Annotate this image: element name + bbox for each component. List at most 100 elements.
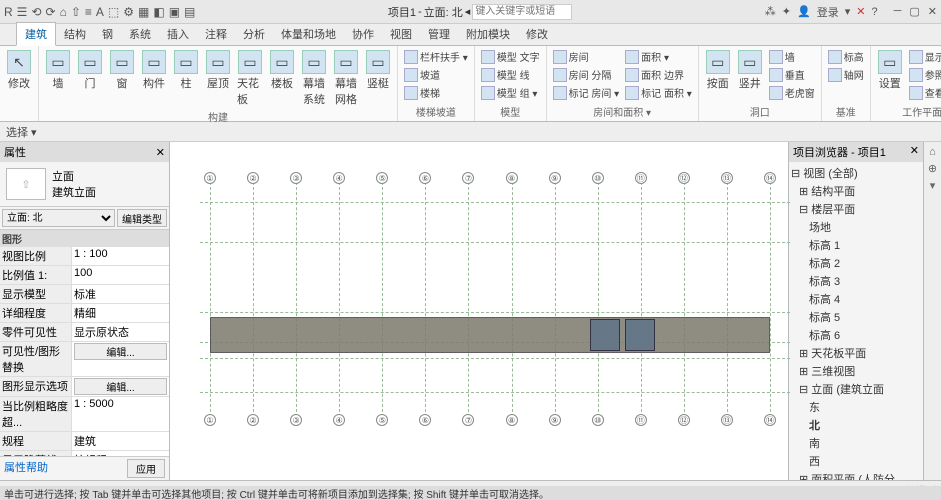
grid-bubble[interactable]: ②	[247, 172, 259, 184]
ribbon-small-btn[interactable]: 模型 组 ▾	[479, 84, 542, 101]
x-icon[interactable]: ✕	[856, 5, 865, 18]
prop-row[interactable]: 显示模型标准	[0, 285, 169, 304]
tree-node[interactable]: ⊞ 面积平面 (人防分	[791, 470, 921, 480]
tree-node[interactable]: ⊟ 视图 (全部)	[791, 164, 921, 182]
ribbon-small-btn[interactable]: 标记 面积 ▾	[623, 84, 694, 101]
ribbon-btn[interactable]: ▭按面	[703, 48, 733, 93]
qat-icon[interactable]: A	[96, 5, 104, 19]
qat-icon[interactable]: ⬚	[108, 5, 119, 19]
tab-系统[interactable]: 系统	[121, 23, 159, 45]
grid-bubble[interactable]: ④	[333, 414, 345, 426]
grid-bubble[interactable]: ⑩	[592, 172, 604, 184]
tab-附加模块[interactable]: 附加模块	[458, 23, 518, 45]
close-icon[interactable]: ✕	[928, 5, 937, 18]
ribbon-small-btn[interactable]: 标高	[826, 48, 866, 65]
building-elevation[interactable]	[210, 317, 770, 353]
ribbon-btn[interactable]: ▭天花板	[235, 48, 265, 109]
tab-注释[interactable]: 注释	[197, 23, 235, 45]
min-icon[interactable]: ─	[894, 5, 902, 18]
tab-结构[interactable]: 结构	[56, 23, 94, 45]
prop-row[interactable]: 详细程度精细	[0, 304, 169, 323]
grid-bubble[interactable]: ⑬	[721, 414, 733, 426]
type-thumb[interactable]: ⇧	[6, 168, 46, 200]
grid-bubble[interactable]: ②	[247, 414, 259, 426]
tree-node[interactable]: ⊟ 立面 (建筑立面	[791, 380, 921, 398]
ribbon-btn[interactable]: ▭幕墙网格	[331, 48, 361, 109]
edit-button[interactable]: 编辑...	[74, 343, 167, 360]
grid-bubble[interactable]: ⑪	[635, 172, 647, 184]
grid-bubble[interactable]: ⑨	[549, 414, 561, 426]
tab-钢[interactable]: 钢	[94, 23, 121, 45]
prop-row[interactable]: 比例值 1:100	[0, 266, 169, 285]
person-icon[interactable]: 👤	[797, 5, 811, 18]
login-link[interactable]: 登录	[817, 4, 839, 20]
qat-icon[interactable]: ⟳	[46, 5, 56, 19]
ribbon-small-btn[interactable]: 显示	[907, 48, 941, 65]
ribbon-btn[interactable]: ▭竖井	[735, 48, 765, 93]
prop-help-link[interactable]: 属性帮助	[4, 459, 48, 478]
grid-bubble[interactable]: ⑥	[419, 172, 431, 184]
ribbon-small-btn[interactable]: 坡道	[402, 66, 470, 83]
edit-type-button[interactable]: 编辑类型	[117, 209, 167, 227]
grid-bubble[interactable]: ③	[290, 172, 302, 184]
tab-管理[interactable]: 管理	[420, 23, 458, 45]
tree-node[interactable]: 南	[791, 434, 921, 452]
edit-button[interactable]: 编辑...	[74, 378, 167, 395]
tab-视图[interactable]: 视图	[382, 23, 420, 45]
ribbon-small-btn[interactable]: 模型 线	[479, 66, 542, 83]
qat-icon[interactable]: ☰	[17, 5, 28, 19]
star-icon[interactable]: ⁂	[765, 5, 776, 18]
prop-row[interactable]: 当比例粗略度超...1 : 5000	[0, 397, 169, 432]
grid-bubble[interactable]: ⑧	[506, 172, 518, 184]
prop-row[interactable]: 图形显示选项编辑...	[0, 377, 169, 397]
tree-node[interactable]: 标高 3	[791, 272, 921, 290]
nav-icon[interactable]: ▾	[930, 179, 936, 192]
grid-bubble[interactable]: ⑫	[678, 172, 690, 184]
prop-row[interactable]: 可见性/图形替换编辑...	[0, 342, 169, 377]
tab-分析[interactable]: 分析	[235, 23, 273, 45]
tree-node[interactable]: ⊟ 楼层平面	[791, 200, 921, 218]
ribbon-btn[interactable]: ▭构件	[139, 48, 169, 93]
tab-插入[interactable]: 插入	[159, 23, 197, 45]
ribbon-small-btn[interactable]: 墙	[767, 48, 817, 65]
grid-bubble[interactable]: ①	[204, 414, 216, 426]
ribbon-small-btn[interactable]: 房间 分隔	[551, 66, 622, 83]
ribbon-btn[interactable]: ▭设置	[875, 48, 905, 93]
nav-icon[interactable]: ⌂	[929, 146, 936, 158]
grid-bubble[interactable]: ⑪	[635, 414, 647, 426]
grid-bubble[interactable]: ⑥	[419, 414, 431, 426]
tree-node[interactable]: 标高 4	[791, 290, 921, 308]
ribbon-small-btn[interactable]: 参照 平面	[907, 66, 941, 83]
qat-icon[interactable]: ⟲	[31, 5, 41, 19]
grid-bubble[interactable]: ⑫	[678, 414, 690, 426]
tree-node[interactable]: 标高 2	[791, 254, 921, 272]
close-icon[interactable]: ✕	[156, 146, 165, 159]
qat-icon[interactable]: ▦	[138, 5, 149, 19]
tab-file[interactable]	[0, 39, 16, 45]
grid-bubble[interactable]: ⑦	[462, 414, 474, 426]
title-nav-icon[interactable]: ◂	[465, 5, 471, 18]
grid-bubble[interactable]: ④	[333, 172, 345, 184]
ribbon-btn[interactable]: ▭窗	[107, 48, 137, 93]
ribbon-btn[interactable]: ↖修改	[4, 48, 34, 93]
grid-bubble[interactable]: ⑤	[376, 172, 388, 184]
tree-node[interactable]: ⊞ 天花板平面	[791, 344, 921, 362]
nav-icon[interactable]: ⊕	[928, 162, 937, 175]
qat-icon[interactable]: ⌂	[60, 5, 67, 19]
login-icon[interactable]: ✦	[782, 5, 791, 18]
prop-row[interactable]: 视图比例1 : 100	[0, 247, 169, 266]
select-menu[interactable]: 选择 ▾	[6, 124, 37, 140]
grid-bubble[interactable]: ⑨	[549, 172, 561, 184]
max-icon[interactable]: ▢	[909, 5, 919, 18]
qat-icon[interactable]: ▤	[184, 5, 195, 19]
grid-bubble[interactable]: ⑩	[592, 414, 604, 426]
drawing-canvas[interactable]: ①①②②③③④④⑤⑤⑥⑥⑦⑦⑧⑧⑨⑨⑩⑩⑪⑪⑫⑫⑬⑬⑭⑭	[170, 142, 788, 480]
ribbon-btn[interactable]: ▭幕墙系统	[299, 48, 329, 109]
ribbon-btn[interactable]: ▭竖梃	[363, 48, 393, 93]
tree-node[interactable]: 东	[791, 398, 921, 416]
instance-select[interactable]: 立面: 北	[2, 209, 115, 227]
ribbon-btn[interactable]: ▭柱	[171, 48, 201, 93]
ribbon-small-btn[interactable]: 面积 边界	[623, 66, 694, 83]
prop-row[interactable]: 规程建筑	[0, 432, 169, 451]
tree-node[interactable]: 标高 6	[791, 326, 921, 344]
